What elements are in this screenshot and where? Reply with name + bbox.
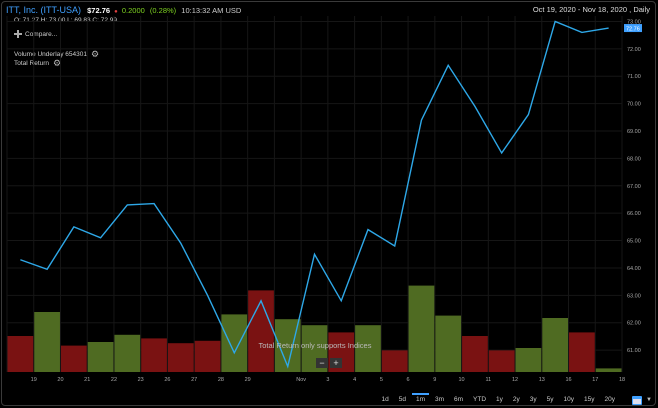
y-tick-label: 63.00	[627, 293, 641, 299]
period-15y[interactable]: 15y	[579, 396, 599, 403]
x-tick-label: 16	[565, 377, 571, 383]
period-1m[interactable]: 1m	[411, 393, 430, 403]
x-tick-label: 29	[245, 377, 251, 383]
price-line	[20, 20, 609, 369]
y-tick-label: 65.00	[627, 239, 641, 245]
x-tick-label: 19	[31, 377, 37, 383]
x-tick-label: 28	[218, 377, 224, 383]
x-tick-label: 4	[353, 377, 356, 383]
period-3y[interactable]: 3y	[525, 396, 542, 403]
volume-bar	[381, 350, 408, 372]
total-return-notice: Total Return only supports Indices	[258, 341, 372, 350]
x-tick-label: Nov	[296, 377, 306, 383]
y-tick-label: 70.00	[627, 102, 641, 108]
volume-bar	[595, 368, 622, 372]
y-tick-label: 62.00	[627, 321, 641, 327]
x-tick-label: 9	[433, 377, 436, 383]
y-tick-label: 67.00	[627, 184, 641, 190]
period-3m[interactable]: 3m	[430, 396, 449, 403]
y-tick-label: 64.00	[627, 266, 641, 272]
x-tick-label: 27	[191, 377, 197, 383]
last-price-tag-label: 72.76	[626, 27, 640, 33]
period-selector: 1d 5d 1m 3m 6m YTD 1y 2y 3y 5y 10y 15y 20y	[376, 393, 620, 403]
x-tick-label: 22	[111, 377, 117, 383]
zoom-controls: − +	[316, 358, 342, 368]
x-tick-label: 11	[485, 377, 491, 383]
chevron-down-icon[interactable]: ▼	[646, 397, 652, 403]
period-10y[interactable]: 10y	[559, 396, 579, 403]
x-tick-label: 26	[164, 377, 170, 383]
period-2y[interactable]: 2y	[508, 396, 525, 403]
period-1y[interactable]: 1y	[491, 396, 508, 403]
y-tick-label: 68.00	[627, 156, 641, 162]
period-5y[interactable]: 5y	[542, 396, 559, 403]
calendar-icon[interactable]	[632, 396, 642, 405]
period-ytd[interactable]: YTD	[468, 396, 491, 403]
volume-bar	[488, 350, 515, 372]
y-tick-label: 66.00	[627, 211, 641, 217]
zoom-in-button[interactable]: +	[330, 358, 342, 368]
x-tick-label: 12	[512, 377, 518, 383]
x-tick-label: 18	[619, 377, 625, 383]
x-tick-label: 20	[57, 377, 63, 383]
zoom-out-button[interactable]: −	[316, 358, 328, 368]
x-tick-label: 3	[326, 377, 329, 383]
volume-bar	[515, 348, 542, 372]
period-6m[interactable]: 6m	[449, 396, 468, 403]
x-tick-label: 5	[380, 377, 383, 383]
period-5d[interactable]: 5d	[394, 396, 411, 403]
y-tick-label: 72.00	[627, 47, 641, 53]
volume-bar	[408, 285, 435, 372]
x-tick-label: 21	[84, 377, 90, 383]
x-tick-label: 13	[539, 377, 545, 383]
period-1d[interactable]: 1d	[376, 396, 393, 403]
y-tick-label: 71.00	[627, 74, 641, 80]
x-tick-label: 10	[459, 377, 465, 383]
y-tick-label: 69.00	[627, 129, 641, 135]
x-tick-label: 17	[592, 377, 598, 383]
volume-bar	[569, 332, 595, 372]
period-20y[interactable]: 20y	[600, 396, 620, 403]
x-tick-label: 6	[407, 377, 410, 383]
x-tick-label: 23	[138, 377, 144, 383]
